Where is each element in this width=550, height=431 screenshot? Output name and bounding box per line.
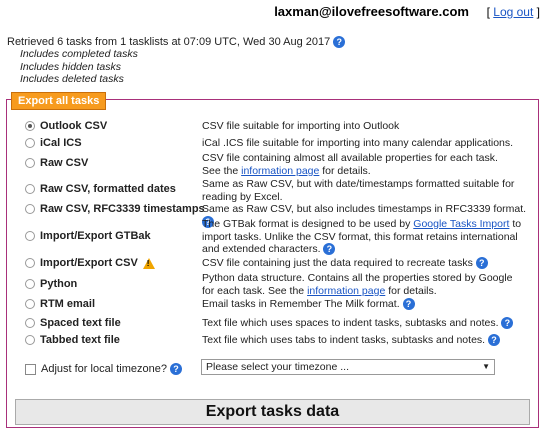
export-button[interactable]: Export tasks data — [15, 399, 530, 425]
radio-outlook-csv[interactable] — [25, 121, 35, 131]
desc-raw-csv-formatted: Same as Raw CSV, but with date/timestamp… — [202, 178, 515, 203]
label-outlook-csv: Outlook CSV — [40, 120, 108, 132]
radio-gtbak[interactable] — [25, 231, 35, 241]
info-page-link[interactable]: information page — [241, 165, 319, 177]
desc-python: Python data structure. Contains all the … — [202, 272, 513, 297]
logout-link[interactable]: Log out — [493, 5, 533, 19]
radio-ical-ics[interactable] — [25, 138, 35, 148]
header: laxman@ilovefreesoftware.com [ Log out ] — [274, 4, 540, 19]
label-tabbed-text: Tabbed text file — [40, 334, 120, 346]
desc-rtm-email: Email tasks in Remember The Milk format.… — [202, 298, 527, 311]
label-ical-ics: iCal ICS — [40, 137, 82, 149]
info-page-link[interactable]: information page — [307, 285, 385, 297]
retrieved-info: Retrieved 6 tasks from 1 tasklists at 07… — [7, 36, 346, 49]
timezone-placeholder: Please select your timezone ... — [206, 361, 349, 373]
desc-tabbed-text: Text file which uses tabs to indent task… — [202, 334, 527, 347]
radio-spaced-text[interactable] — [25, 318, 35, 328]
label-raw-csv: Raw CSV — [40, 157, 89, 169]
label-raw-csv-formatted: Raw CSV, formatted dates — [40, 183, 176, 195]
radio-raw-csv[interactable] — [25, 158, 35, 168]
label-spaced-text: Spaced text file — [40, 317, 121, 329]
radio-import-export-csv[interactable] — [25, 258, 35, 268]
label-gtbak: Import/Export GTBak — [40, 230, 151, 242]
desc-spaced-text: Text file which uses spaces to indent ta… — [202, 317, 527, 330]
help-icon[interactable]: ? — [170, 363, 183, 376]
logout-wrapper: [ Log out ] — [486, 5, 540, 19]
note-completed: Includes completed tasks — [20, 48, 138, 60]
desc-raw-csv: CSV file containing almost all available… — [202, 152, 498, 177]
label-import-export-csv: Import/Export CSV! — [40, 257, 155, 269]
radio-raw-csv-rfc3339[interactable] — [25, 204, 35, 214]
user-email: laxman@ilovefreesoftware.com — [274, 4, 469, 19]
help-icon[interactable]: ? — [402, 298, 415, 311]
retrieved-text: Retrieved 6 tasks from 1 tasklists at 07… — [7, 36, 331, 48]
help-icon[interactable]: ? — [488, 334, 500, 347]
panel-title: Export all tasks — [11, 92, 107, 110]
chevron-down-icon: ▼ — [482, 362, 490, 371]
help-icon[interactable]: ? — [323, 243, 336, 256]
label-raw-csv-rfc3339: Raw CSV, RFC3339 timestamps — [40, 203, 205, 215]
google-tasks-import-link[interactable]: Google Tasks Import — [413, 218, 509, 230]
help-icon[interactable]: ? — [501, 317, 514, 330]
desc-import-export-csv: CSV file containing just the data requir… — [202, 257, 527, 270]
timezone-label: Adjust for local timezone? ? — [41, 363, 183, 376]
radio-rtm-email[interactable] — [25, 299, 35, 309]
help-icon[interactable]: ? — [333, 36, 346, 49]
help-icon[interactable]: ? — [475, 257, 488, 270]
radio-raw-csv-formatted[interactable] — [25, 184, 35, 194]
note-hidden: Includes hidden tasks — [20, 60, 121, 73]
note-deleted: Includes deleted tasks — [20, 73, 124, 85]
desc-gtbak: The GTBak format is designed to be used … — [202, 218, 522, 256]
label-python: Python — [40, 278, 78, 290]
timezone-select[interactable]: Please select your timezone ... ▼ — [201, 359, 495, 375]
include-notes: Includes completed tasks Includes hidden… — [20, 48, 138, 86]
radio-python[interactable] — [25, 279, 35, 289]
warning-icon: ! — [142, 257, 155, 269]
desc-ical-ics: iCal .ICS file suitable for importing in… — [202, 137, 514, 149]
timezone-checkbox[interactable] — [25, 364, 36, 375]
label-rtm-email: RTM email — [40, 298, 96, 310]
desc-outlook-csv: CSV file suitable for importing into Out… — [202, 120, 400, 132]
radio-tabbed-text[interactable] — [25, 335, 35, 345]
